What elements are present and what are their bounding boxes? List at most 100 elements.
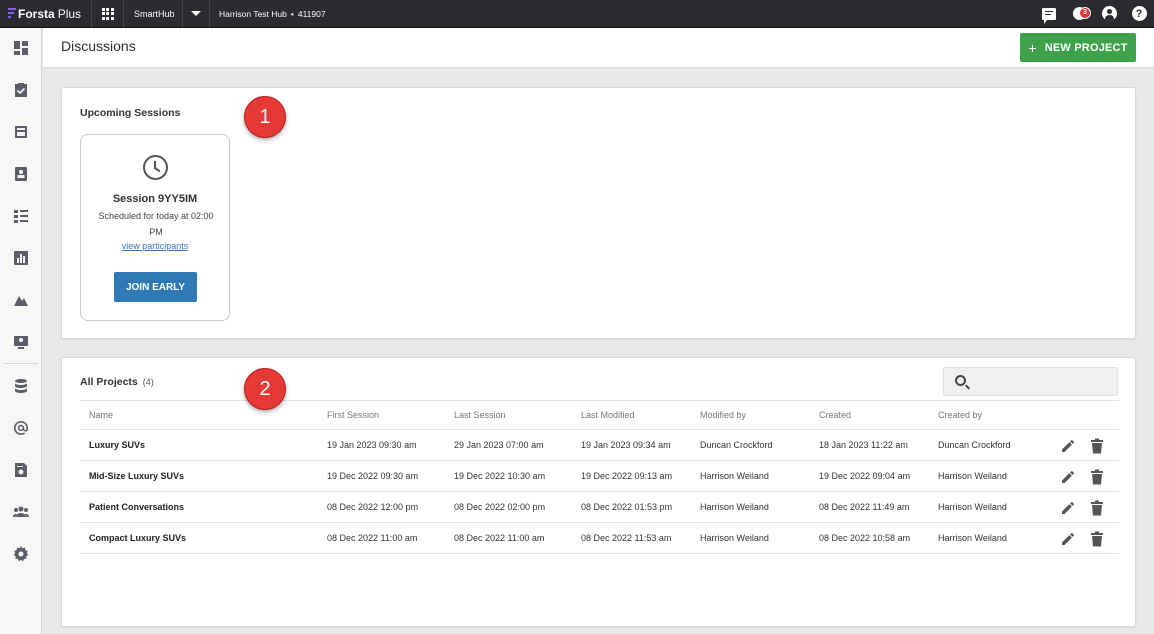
edit-icon[interactable]	[1060, 469, 1076, 485]
users-icon	[13, 506, 29, 517]
created-by: Harrison Weiland	[938, 533, 1007, 543]
apps-grid-button[interactable]	[92, 0, 124, 28]
edit-icon[interactable]	[1060, 438, 1076, 454]
help-button[interactable]: ?	[1124, 0, 1154, 28]
project-name[interactable]: Luxury SUVs	[89, 430, 145, 460]
callout-marker-2: 2	[244, 368, 286, 410]
modified-by: Harrison Weiland	[700, 471, 769, 481]
project-name[interactable]: Mid-Size Luxury SUVs	[89, 461, 184, 491]
hub-separator: •	[290, 8, 294, 19]
created: 08 Dec 2022 11:49 am	[819, 502, 910, 512]
sidebar-item-contacts[interactable]	[0, 161, 42, 187]
database-icon	[15, 379, 27, 393]
sidebar-item-email[interactable]	[0, 415, 42, 441]
settings-icon	[13, 546, 29, 562]
table-row[interactable]: Compact Luxury SUVs 08 Dec 2022 11:00 am…	[80, 523, 1119, 554]
session-schedule: Scheduled for today at 02:00 PM	[98, 211, 214, 237]
help-icon: ?	[1131, 6, 1147, 21]
chat-icon	[1042, 7, 1056, 24]
sidebar	[0, 28, 42, 634]
delete-icon[interactable]	[1090, 469, 1104, 485]
modified-by: Harrison Weiland	[700, 502, 769, 512]
last-session: 08 Dec 2022 11:00 am	[454, 533, 545, 543]
view-participants-link[interactable]: view participants	[81, 241, 229, 251]
created-by: Harrison Weiland	[938, 471, 1007, 481]
reports-icon	[14, 251, 28, 265]
created: 19 Dec 2022 09:04 am	[819, 471, 911, 481]
modified-by: Harrison Weiland	[700, 533, 769, 543]
sidebar-item-search-report[interactable]	[0, 457, 42, 483]
all-projects-card: All Projects (4) Name First Session Last…	[61, 357, 1136, 627]
projects-table: Name First Session Last Session Last Mod…	[80, 400, 1119, 554]
chat-button[interactable]	[1034, 0, 1064, 28]
column-header-name[interactable]: Name	[89, 401, 113, 429]
caret-down-icon	[191, 11, 201, 16]
apps-grid-icon	[101, 7, 114, 20]
hub-dropdown-button[interactable]	[182, 0, 210, 28]
all-projects-label: All Projects	[80, 376, 138, 388]
column-header-last-modified[interactable]: Last Modified	[581, 401, 635, 429]
search-icon	[955, 375, 966, 386]
last-modified: 19 Jan 2023 09:34 am	[581, 440, 671, 450]
page-title: Discussions	[61, 38, 136, 54]
column-header-first-session[interactable]: First Session	[327, 401, 379, 429]
notifications-button[interactable]: 3	[1064, 0, 1094, 28]
sidebar-item-settings[interactable]	[0, 541, 42, 567]
session-name: Session 9YY5IM	[112, 193, 198, 205]
join-early-button[interactable]: JOIN EARLY	[114, 272, 197, 302]
email-icon	[13, 420, 29, 435]
project-name[interactable]: Patient Conversations	[89, 492, 184, 522]
plus-icon: +	[1028, 39, 1037, 56]
search-input[interactable]	[974, 372, 1114, 392]
last-modified: 08 Dec 2022 11:53 am	[581, 533, 672, 543]
page-icon	[15, 126, 27, 138]
first-session: 08 Dec 2022 11:00 am	[327, 533, 418, 543]
new-project-button[interactable]: + NEW PROJECT	[1020, 33, 1136, 62]
top-bar: Forsta Plus SmartHub Harrison Test Hub • 4…	[0, 0, 1154, 28]
edit-icon[interactable]	[1060, 531, 1076, 547]
dashboard-icon	[14, 41, 28, 55]
column-header-modified-by[interactable]: Modified by	[700, 401, 746, 429]
search-report-icon	[15, 463, 27, 477]
forsta-logo-icon	[8, 8, 16, 19]
table-row[interactable]: Patient Conversations 08 Dec 2022 12:00 …	[80, 492, 1119, 523]
sidebar-item-dashboard[interactable]	[0, 35, 42, 61]
sidebar-item-page[interactable]	[0, 119, 42, 145]
table-row[interactable]: Mid-Size Luxury SUVs 19 Dec 2022 09:30 a…	[80, 461, 1119, 492]
sidebar-item-tasks[interactable]	[0, 77, 42, 103]
created: 18 Jan 2023 11:22 am	[819, 440, 908, 450]
page-header: Discussions + NEW PROJECT	[43, 28, 1154, 68]
first-session: 19 Jan 2023 09:30 am	[327, 440, 417, 450]
first-session: 08 Dec 2022 12:00 pm	[327, 502, 419, 512]
project-name[interactable]: Compact Luxury SUVs	[89, 523, 186, 553]
forsta-logo[interactable]: Forsta Plus	[0, 0, 92, 28]
user-account-button[interactable]	[1094, 0, 1124, 28]
column-header-created[interactable]: Created	[819, 401, 851, 429]
sidebar-item-reports[interactable]	[0, 245, 42, 271]
notification-count-badge: 3	[1079, 6, 1091, 19]
hub-menu-label[interactable]: SmartHub	[124, 9, 182, 19]
contacts-icon	[15, 167, 27, 181]
sidebar-item-list[interactable]	[0, 203, 42, 229]
last-session: 08 Dec 2022 02:00 pm	[454, 502, 546, 512]
project-search[interactable]	[943, 367, 1118, 396]
edit-icon[interactable]	[1060, 500, 1076, 516]
sidebar-item-chart[interactable]	[0, 287, 42, 313]
table-row[interactable]: Luxury SUVs 19 Jan 2023 09:30 am 29 Jan …	[80, 430, 1119, 461]
last-session: 19 Dec 2022 10:30 am	[454, 471, 546, 481]
last-modified: 19 Dec 2022 09:13 am	[581, 471, 673, 481]
column-header-created-by[interactable]: Created by	[938, 401, 982, 429]
last-modified: 08 Dec 2022 01:53 pm	[581, 502, 673, 512]
hub-name: Harrison Test Hub • 411907	[210, 9, 326, 19]
sidebar-item-presentation[interactable]	[0, 329, 42, 355]
delete-icon[interactable]	[1090, 500, 1104, 516]
project-count: (4)	[142, 377, 154, 387]
brand-suffix: Plus	[57, 6, 82, 21]
user-account-icon	[1101, 6, 1117, 21]
delete-icon[interactable]	[1090, 438, 1104, 454]
delete-icon[interactable]	[1090, 531, 1104, 547]
sidebar-item-users[interactable]	[0, 499, 42, 525]
sidebar-item-database[interactable]	[0, 373, 42, 399]
session-tile: Session 9YY5IM Scheduled for today at 02…	[80, 134, 230, 321]
column-header-last-session[interactable]: Last Session	[454, 401, 506, 429]
